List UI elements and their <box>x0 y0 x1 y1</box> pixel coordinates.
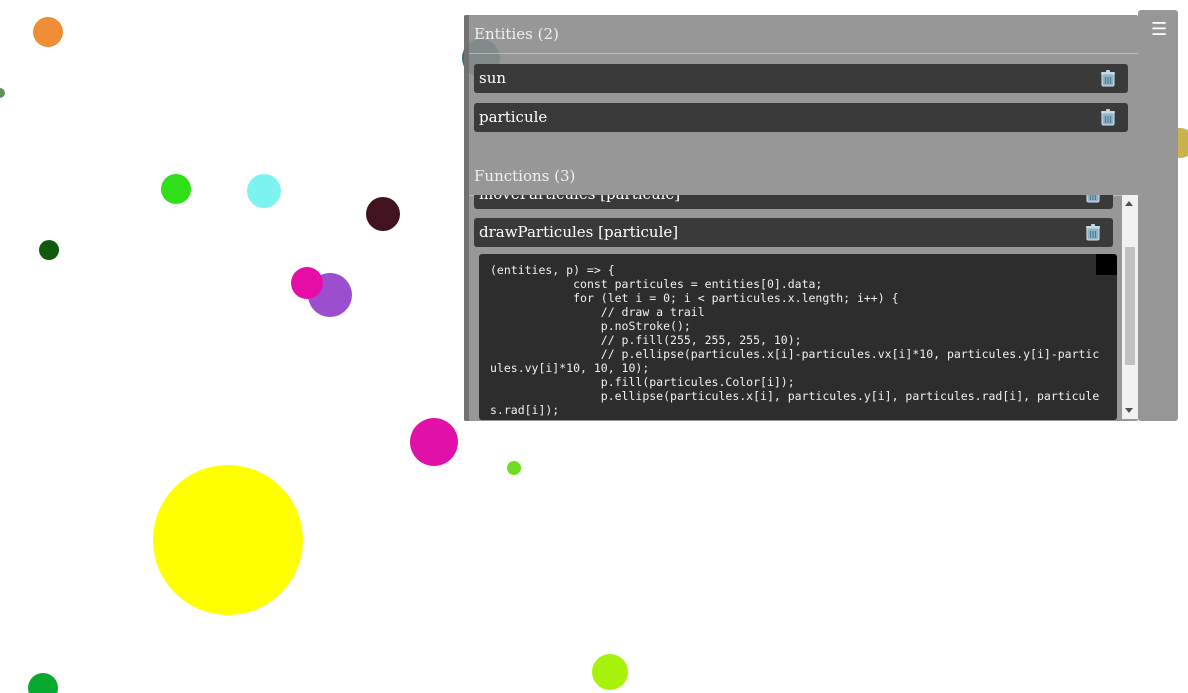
particle <box>0 88 5 98</box>
function-item-drawparticules[interactable]: drawParticules [particule] <box>474 218 1113 247</box>
entity-item-sun[interactable]: sun <box>474 64 1128 93</box>
menu-button[interactable]: ☰ <box>1138 10 1178 421</box>
particle <box>291 267 323 299</box>
scroll-up-icon[interactable] <box>1125 201 1133 206</box>
entities-title: Entities (2) <box>474 25 559 43</box>
functions-list[interactable]: moveParticules [particule] drawParticule… <box>469 195 1138 421</box>
trash-icon[interactable] <box>1099 108 1117 126</box>
particle <box>592 654 628 690</box>
entity-label: particule <box>479 108 548 126</box>
particle <box>33 17 63 47</box>
function-item-moveparticules[interactable]: moveParticules [particule] <box>474 195 1113 209</box>
particle <box>161 174 191 204</box>
particle <box>366 197 400 231</box>
entity-label: sun <box>479 69 507 87</box>
functions-title: Functions (3) <box>474 167 576 185</box>
functions-scrollbar[interactable] <box>1122 195 1138 419</box>
particle <box>507 461 521 475</box>
entities-divider <box>469 53 1138 54</box>
function-label: drawParticules [particule] <box>479 223 679 241</box>
trash-icon[interactable] <box>1084 195 1102 203</box>
entity-item-particule[interactable]: particule <box>474 103 1128 132</box>
trash-icon[interactable] <box>1084 223 1102 241</box>
particle <box>28 673 58 693</box>
function-code-editor[interactable]: (entities, p) => { const particules = en… <box>479 254 1117 420</box>
hamburger-icon: ☰ <box>1151 19 1168 40</box>
scroll-thumb[interactable] <box>1125 247 1135 365</box>
particle <box>247 174 281 208</box>
particle <box>153 465 303 615</box>
particle <box>39 240 59 260</box>
scroll-down-icon[interactable] <box>1125 408 1133 413</box>
code-text[interactable]: (entities, p) => { const particules = en… <box>479 254 1117 420</box>
particle <box>410 418 458 466</box>
code-editor-handle[interactable] <box>1096 254 1117 275</box>
editor-panel: Entities (2) sun particule Functions (3)… <box>464 15 1138 421</box>
function-label: moveParticules [particule] <box>479 195 680 203</box>
trash-icon[interactable] <box>1099 69 1117 87</box>
